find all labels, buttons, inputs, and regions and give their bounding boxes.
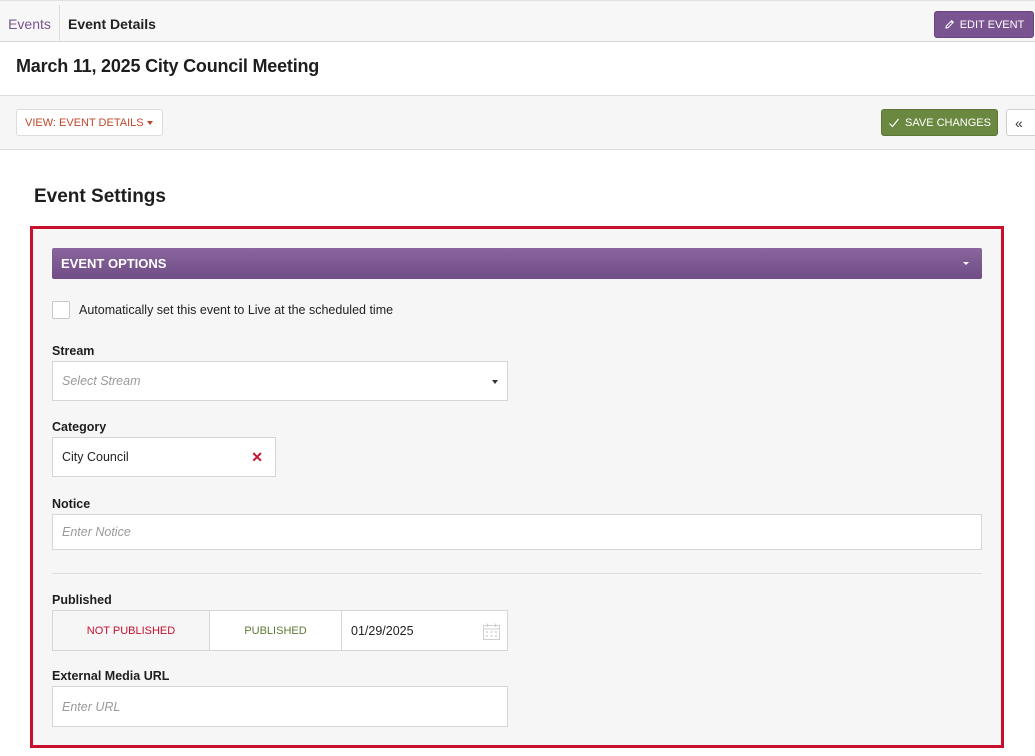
stream-placeholder: Select Stream (62, 374, 141, 388)
not-published-toggle[interactable]: NOT PUBLISHED (52, 610, 209, 651)
save-changes-label: SAVE CHANGES (905, 116, 991, 129)
published-toggle[interactable]: PUBLISHED (209, 610, 342, 651)
external-url-placeholder: Enter URL (62, 699, 121, 714)
breadcrumb-bar: Events Event Details EDIT EVENT (0, 0, 1035, 42)
notice-label: Notice (52, 497, 91, 511)
double-chevron-left-icon: « (1015, 114, 1023, 131)
external-url-input[interactable]: Enter URL (52, 686, 508, 727)
published-label: Published (52, 593, 112, 607)
edit-event-label: EDIT EVENT (959, 18, 1025, 31)
collapse-panel-button[interactable]: « (1006, 109, 1035, 136)
page-title: March 11, 2025 City Council Meeting (16, 56, 320, 76)
stream-label: Stream (52, 344, 95, 358)
calendar-icon[interactable] (482, 622, 501, 641)
caret-down-icon (963, 262, 969, 265)
category-value: City Council (62, 450, 129, 464)
event-options-header[interactable]: EVENT OPTIONS (52, 248, 982, 279)
external-url-label: External Media URL (52, 669, 170, 683)
notice-placeholder: Enter Notice (62, 525, 131, 539)
breadcrumb-current: Event Details (68, 15, 156, 32)
auto-live-label: Automatically set this event to Live at … (79, 303, 394, 317)
pencil-icon (945, 20, 954, 29)
clear-category-icon[interactable]: ✕ (251, 450, 263, 464)
caret-down-icon (147, 121, 153, 125)
publish-date-value: 01/29/2025 (351, 623, 414, 638)
breadcrumb-events-link[interactable]: Events (0, 5, 60, 42)
checkmark-icon (889, 118, 899, 127)
title-bar: March 11, 2025 City Council Meeting (0, 42, 1035, 96)
caret-down-icon (492, 380, 498, 384)
toolbar: VIEW: EVENT DETAILS SAVE CHANGES « (0, 96, 1035, 150)
notice-input[interactable]: Enter Notice (52, 514, 982, 550)
save-changes-button[interactable]: SAVE CHANGES (881, 109, 998, 136)
category-label: Category (52, 420, 107, 434)
section-title: Event Settings (34, 186, 166, 207)
stream-select[interactable]: Select Stream (52, 361, 508, 401)
publish-date-input[interactable]: 01/29/2025 (341, 610, 508, 651)
auto-live-checkbox[interactable] (52, 301, 70, 319)
view-dropdown-label: VIEW: EVENT DETAILS (25, 116, 144, 129)
event-options-label: EVENT OPTIONS (61, 256, 167, 271)
category-select[interactable]: City Council ✕ (52, 437, 276, 477)
edit-event-button[interactable]: EDIT EVENT (934, 11, 1034, 38)
divider (52, 573, 982, 574)
view-dropdown[interactable]: VIEW: EVENT DETAILS (16, 109, 163, 136)
